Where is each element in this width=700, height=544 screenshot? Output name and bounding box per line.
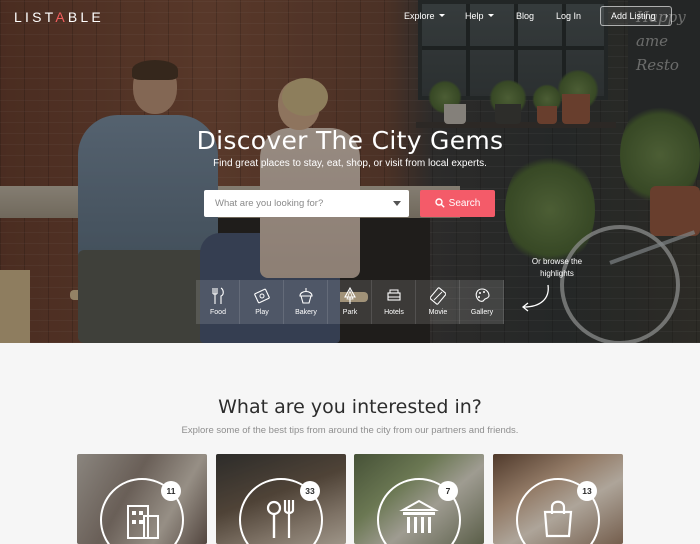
search-button[interactable]: Search (420, 190, 495, 217)
cutlery-icon (266, 500, 295, 538)
card-count-badge: 13 (577, 481, 597, 501)
category-park[interactable]: Park (328, 280, 372, 324)
add-listing-label: Add Listing (611, 11, 656, 21)
bed-icon (387, 289, 401, 301)
interest-card[interactable]: 11 (77, 454, 207, 544)
chevron-right-icon: › (665, 11, 668, 20)
chevron-down-icon (487, 14, 494, 17)
category-gallery[interactable]: Gallery (460, 280, 504, 324)
category-label: Bakery (295, 309, 317, 316)
chevron-down-icon (438, 14, 445, 17)
section-title: What are you interested in? (218, 396, 482, 418)
nav-blog[interactable]: Blog (516, 11, 534, 21)
search-placeholder: What are you looking for? (215, 198, 324, 209)
category-label: Movie (428, 309, 448, 316)
logo-text: LIST (14, 9, 56, 25)
search-input[interactable]: What are you looking for? (204, 190, 409, 217)
interest-card[interactable]: 33 (216, 454, 346, 544)
nav-label: Blog (516, 11, 535, 21)
browse-hint-line: Or browse the (531, 257, 583, 266)
search-button-label: Search (448, 198, 481, 209)
category-hotels[interactable]: Hotels (372, 280, 416, 324)
card-count-badge: 11 (161, 481, 181, 501)
category-label: Gallery (470, 309, 494, 316)
category-label: Play (255, 309, 269, 316)
curved-arrow-icon (521, 284, 549, 312)
category-play[interactable]: Play (240, 280, 284, 324)
chevron-down-icon[interactable] (393, 201, 401, 206)
browse-hint: Or browse the highlights (524, 256, 590, 280)
category-label: Hotels (384, 309, 404, 316)
logo-accent: A (55, 9, 68, 25)
interest-card[interactable]: 13 (493, 454, 623, 544)
nav-label: Explore (404, 11, 435, 21)
category-label: Park (342, 309, 358, 316)
category-bakery[interactable]: Bakery (284, 280, 328, 324)
film-icon (430, 287, 446, 305)
nav-explore[interactable]: Explore (404, 11, 445, 21)
card-count-badge: 7 (438, 481, 458, 501)
ticket-icon (254, 288, 270, 304)
palette-icon (475, 288, 490, 302)
building-icon (127, 505, 159, 539)
add-listing-button[interactable]: Add Listing › (600, 6, 672, 26)
section-subtitle: Explore some of the best tips from aroun… (181, 425, 519, 436)
category-label: Food (210, 309, 226, 316)
nav-login[interactable]: Log In (556, 11, 581, 21)
card-count-badge: 33 (300, 481, 320, 501)
cupcake-icon (299, 288, 313, 304)
nav-label: Log In (556, 11, 582, 21)
hero-title: Discover The City Gems (196, 126, 504, 155)
interest-card[interactable]: 7 (354, 454, 484, 544)
food-icon (212, 287, 224, 304)
search-icon (434, 198, 445, 208)
logo[interactable]: LISTABLE (14, 9, 104, 25)
category-bar: Food Play Bakery Park Hotels Movie Galle… (196, 280, 505, 324)
museum-icon (399, 499, 439, 533)
logo-text: BLE (67, 9, 104, 25)
shopping-bag-icon (543, 500, 573, 538)
nav-label: Help (465, 11, 484, 21)
category-food[interactable]: Food (196, 280, 240, 324)
nav-help[interactable]: Help (465, 11, 494, 21)
hero-subtitle: Find great places to stay, eat, shop, or… (213, 158, 487, 169)
browse-hint-line: highlights (540, 269, 574, 278)
tree-icon (344, 287, 356, 304)
category-movie[interactable]: Movie (416, 280, 460, 324)
